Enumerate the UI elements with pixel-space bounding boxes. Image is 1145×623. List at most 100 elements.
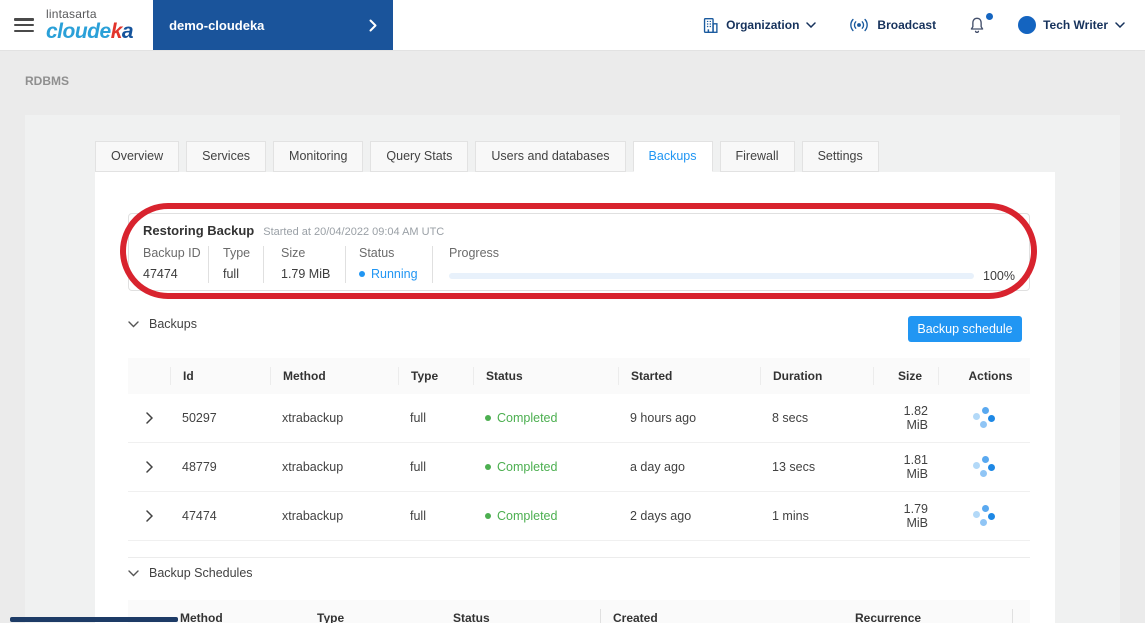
header-duration: Duration: [760, 367, 873, 385]
cell-size: 1.79 MiB: [903, 502, 928, 530]
table-row: 47474 xtrabackup full Completed 2 days a…: [128, 492, 1030, 541]
cell-type: full: [410, 460, 426, 474]
organization-icon: [702, 17, 719, 34]
chevron-down-icon: [1115, 22, 1125, 28]
header-status: Status: [453, 611, 490, 623]
cell-actions: [938, 505, 1030, 527]
avatar: [1018, 16, 1037, 34]
tab-bar: Overview Services Monitoring Query Stats…: [95, 141, 879, 172]
header-created: Created: [600, 609, 855, 623]
header-size: Size: [873, 367, 938, 385]
logo-company-text: lintasarta: [46, 7, 97, 21]
header-status: Status: [473, 367, 618, 385]
progress-percent: 100%: [983, 269, 1015, 283]
restore-field-backup-id: Backup ID 47474: [143, 246, 209, 283]
header-method: Method: [270, 367, 398, 385]
progress-bar: [449, 273, 975, 279]
cell-id: 48779: [182, 460, 217, 474]
cell-actions: [938, 456, 1030, 478]
project-name: demo-cloudeka: [169, 17, 265, 33]
restoring-backup-panel: Restoring Backup Started at 20/04/2022 0…: [128, 213, 1030, 291]
tab-firewall[interactable]: Firewall: [719, 141, 795, 172]
restoring-backup-started-at: Started at 20/04/2022 09:04 AM UTC: [263, 226, 445, 238]
organization-menu[interactable]: Organization: [702, 17, 817, 34]
backups-section-toggle[interactable]: Backups: [128, 317, 197, 331]
cell-method: xtrabackup: [282, 509, 344, 523]
brand-logo[interactable]: lintasarta cloudeka: [46, 7, 134, 42]
status-dot-completed: [485, 464, 491, 470]
table-row: 48779 xtrabackup full Completed a day ag…: [128, 443, 1030, 492]
chevron-down-icon: [128, 569, 139, 576]
backup-schedules-section-title: Backup Schedules: [149, 566, 253, 580]
backup-schedules-table: Method Type Status Created Recurrence: [128, 600, 1030, 623]
cell-id: 50297: [182, 411, 217, 425]
header-type: Type: [317, 611, 345, 623]
cell-duration: 13 secs: [772, 460, 816, 474]
header-recurrence: Recurrence: [855, 611, 922, 623]
row-expand-chevron[interactable]: [128, 412, 170, 424]
row-actions-icon[interactable]: [973, 407, 995, 429]
cell-duration: 1 mins: [772, 509, 809, 523]
tab-query-stats[interactable]: Query Stats: [370, 141, 469, 172]
restoring-backup-title: Restoring Backup: [143, 223, 255, 238]
chevron-right-icon: [369, 19, 377, 32]
row-expand-chevron[interactable]: [128, 510, 170, 522]
restore-backup-id-value: 47474: [143, 267, 178, 281]
header-actions: Actions: [938, 367, 1030, 385]
backup-schedule-button[interactable]: Backup schedule: [908, 316, 1022, 342]
app-window: lintasarta cloudeka demo-cloudeka Organi…: [0, 0, 1145, 623]
restore-status-value: Running: [371, 267, 418, 281]
backups-table-header: Id Method Type Status Started Duration S…: [128, 358, 1030, 394]
project-selector-button[interactable]: demo-cloudeka: [153, 0, 394, 50]
cell-started: 9 hours ago: [630, 411, 697, 425]
broadcast-label: Broadcast: [877, 18, 937, 32]
backups-table: Id Method Type Status Started Duration S…: [128, 358, 1030, 541]
horizontal-scrollbar[interactable]: [10, 617, 178, 622]
user-menu[interactable]: Tech Writer: [1018, 16, 1125, 34]
organization-label: Organization: [726, 18, 800, 32]
header-id: Id: [170, 367, 270, 385]
broadcast-menu[interactable]: Broadcast: [848, 17, 936, 33]
cell-status: Completed: [473, 411, 618, 425]
cell-size: 1.82 MiB: [903, 404, 928, 432]
status-dot-running: [359, 271, 365, 277]
table-row: 50297 xtrabackup full Completed 9 hours …: [128, 394, 1030, 443]
row-actions-icon[interactable]: [973, 456, 995, 478]
tab-overview[interactable]: Overview: [95, 141, 180, 172]
bell-icon: [970, 17, 984, 33]
chevron-down-icon: [806, 22, 817, 28]
row-actions-icon[interactable]: [973, 505, 995, 527]
header-method: Method: [180, 611, 223, 623]
header-started: Started: [618, 367, 760, 385]
backup-schedules-table-header: Method Type Status Created Recurrence: [128, 600, 1030, 623]
restore-field-progress: Progress 100%: [449, 246, 1015, 283]
restore-field-type: Type full: [209, 246, 264, 283]
tab-settings[interactable]: Settings: [801, 141, 879, 172]
cell-size: 1.81 MiB: [903, 453, 928, 481]
broadcast-icon: [848, 17, 870, 33]
tab-users-and-databases[interactable]: Users and databases: [475, 141, 626, 172]
row-expand-chevron[interactable]: [128, 461, 170, 473]
cell-id: 47474: [182, 509, 217, 523]
tab-backups[interactable]: Backups: [632, 141, 713, 172]
cell-method: xtrabackup: [282, 460, 344, 474]
header-spacer: [1012, 609, 1030, 623]
backup-schedules-section-toggle[interactable]: Backup Schedules: [128, 566, 253, 580]
notifications-button[interactable]: [968, 12, 994, 35]
cell-actions: [938, 407, 1030, 429]
menu-icon[interactable]: [14, 18, 34, 32]
header-type: Type: [398, 367, 473, 385]
restore-field-size: Size 1.79 MiB: [264, 246, 346, 283]
breadcrumb: RDBMS: [25, 74, 69, 88]
chevron-down-icon: [128, 320, 139, 327]
tab-services[interactable]: Services: [186, 141, 267, 172]
header-expand-col: [128, 367, 170, 385]
tab-content: Restoring Backup Started at 20/04/2022 0…: [95, 172, 1055, 623]
cell-status: Completed: [473, 509, 618, 523]
restore-field-status: Status Running: [346, 246, 433, 283]
notification-dot: [986, 12, 994, 20]
header-actions: Organization Broadcast Tech Writer: [702, 12, 1125, 35]
restore-type-value: full: [223, 267, 239, 281]
tab-monitoring[interactable]: Monitoring: [273, 141, 364, 172]
cell-type: full: [410, 411, 426, 425]
